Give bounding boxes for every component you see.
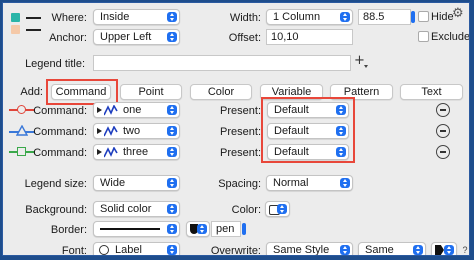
marker-shape-icon (435, 245, 444, 255)
present-label: Present: (220, 126, 261, 138)
legend-title-label: Legend title: (25, 58, 85, 70)
command-name: two (123, 125, 141, 137)
pen-value: pen (216, 223, 235, 235)
overwrite-marker-popup[interactable] (431, 242, 457, 255)
font-popup[interactable]: Label (93, 242, 180, 256)
command-name: three (123, 146, 149, 158)
popup-arrows-icon (340, 12, 350, 22)
highlight-box (261, 97, 355, 163)
where-value: Inside (100, 11, 130, 23)
overwrite-value-1: Same Style (273, 244, 330, 256)
offset-value: 10,10 (271, 31, 299, 43)
spacing-label: Spacing: (218, 178, 261, 190)
popup-arrows-icon (444, 245, 454, 255)
font-value: Label (115, 244, 142, 256)
where-label: Where: (51, 12, 87, 24)
command-label: Command: (33, 147, 87, 159)
border-style-popup[interactable] (186, 221, 210, 237)
command-graph-icon (97, 126, 119, 137)
help-button[interactable]: ? (460, 244, 469, 255)
border-label: Border: (50, 224, 87, 236)
popup-arrows-icon (167, 245, 177, 255)
command-graph-icon (97, 105, 119, 116)
marker-triangle-icon (9, 125, 35, 137)
legend-settings-panel: Where: Inside Width: 1 Column 88.5 Hide … (2, 2, 470, 256)
popup-arrows-icon (167, 178, 177, 188)
exclude-checkbox[interactable] (418, 31, 429, 42)
overwrite-label: Overwrite: (210, 245, 261, 256)
overwrite-same-popup[interactable]: Same (358, 242, 426, 256)
spacing-popup[interactable]: Normal (266, 175, 353, 191)
popup-arrows-icon (277, 204, 287, 214)
popup-arrows-icon (167, 224, 177, 234)
popup-arrows-icon (340, 245, 350, 255)
command-name: one (123, 104, 142, 116)
width-label: Width: (229, 12, 261, 24)
remove-icon[interactable] (436, 103, 450, 117)
remove-icon[interactable] (436, 124, 450, 138)
legend-size-value: Wide (100, 177, 126, 189)
gear-icon[interactable]: ⚙ (452, 7, 466, 21)
insert-dropdown-icon[interactable] (364, 65, 368, 68)
exclude-label: Exclude (431, 31, 470, 43)
border-line-popup[interactable] (93, 221, 180, 237)
background-label: Background: (25, 204, 87, 216)
add-label: Add: (20, 86, 43, 98)
anchor-popup[interactable]: Upper Left (93, 29, 180, 45)
popup-arrows-icon (167, 126, 177, 136)
popup-arrows-icon (167, 204, 177, 214)
width-slider[interactable] (410, 9, 416, 25)
popup-arrows-icon (167, 105, 177, 115)
pen-field[interactable]: pen (211, 221, 241, 237)
present-label: Present: (220, 105, 261, 117)
color-label: Color: (231, 204, 261, 216)
legend-title-field[interactable] (93, 55, 351, 71)
command-popup[interactable]: two (93, 123, 180, 139)
background-popup[interactable]: Solid color (93, 201, 180, 217)
font-icon (99, 245, 109, 255)
hide-checkbox[interactable] (418, 11, 429, 22)
popup-arrows-icon (340, 178, 350, 188)
hide-label: Hide (431, 11, 454, 23)
spacing-value: Normal (273, 177, 309, 189)
slider-thumb[interactable] (411, 11, 415, 23)
offset-field[interactable]: 10,10 (266, 29, 353, 45)
teal-swatch (11, 13, 20, 22)
line-style-icon (100, 228, 160, 230)
anchor-label: Anchor: (49, 32, 87, 44)
popup-arrows-icon (197, 224, 207, 234)
offset-label: Offset: (228, 32, 261, 44)
marker-circle-icon (9, 104, 35, 116)
overwrite-value-2: Same (365, 244, 394, 256)
popup-arrows-icon (167, 32, 177, 42)
background-value: Solid color (100, 203, 152, 215)
popup-arrows-icon (413, 245, 423, 255)
width-value: 1 Column (273, 11, 321, 23)
command-graph-icon (97, 147, 119, 158)
add-color-button[interactable]: Color (190, 84, 252, 100)
command-label: Command: (33, 105, 87, 117)
overwrite-style-popup[interactable]: Same Style (266, 242, 353, 256)
legend-size-popup[interactable]: Wide (93, 175, 180, 191)
command-popup[interactable]: one (93, 102, 180, 118)
width-popup[interactable]: 1 Column (266, 9, 353, 25)
legend-size-label: Legend size: (24, 178, 87, 190)
peach-swatch (11, 25, 20, 34)
width-number-field[interactable]: 88.5 (358, 9, 411, 25)
popup-arrows-icon (167, 12, 177, 22)
add-text-button[interactable]: Text (400, 84, 463, 100)
anchor-value: Upper Left (100, 31, 152, 43)
present-label: Present: (220, 147, 261, 159)
font-label: Font: (61, 245, 87, 256)
marker-square-icon (9, 146, 35, 158)
add-point-button[interactable]: Point (120, 84, 182, 100)
command-popup[interactable]: three (93, 144, 180, 160)
width-number: 88.5 (363, 11, 385, 23)
command-label: Command: (33, 126, 87, 138)
popup-arrows-icon (167, 147, 177, 157)
where-popup[interactable]: Inside (93, 9, 180, 25)
color-popup[interactable] (265, 201, 290, 217)
pen-slider[interactable] (242, 223, 246, 235)
remove-icon[interactable] (436, 145, 450, 159)
